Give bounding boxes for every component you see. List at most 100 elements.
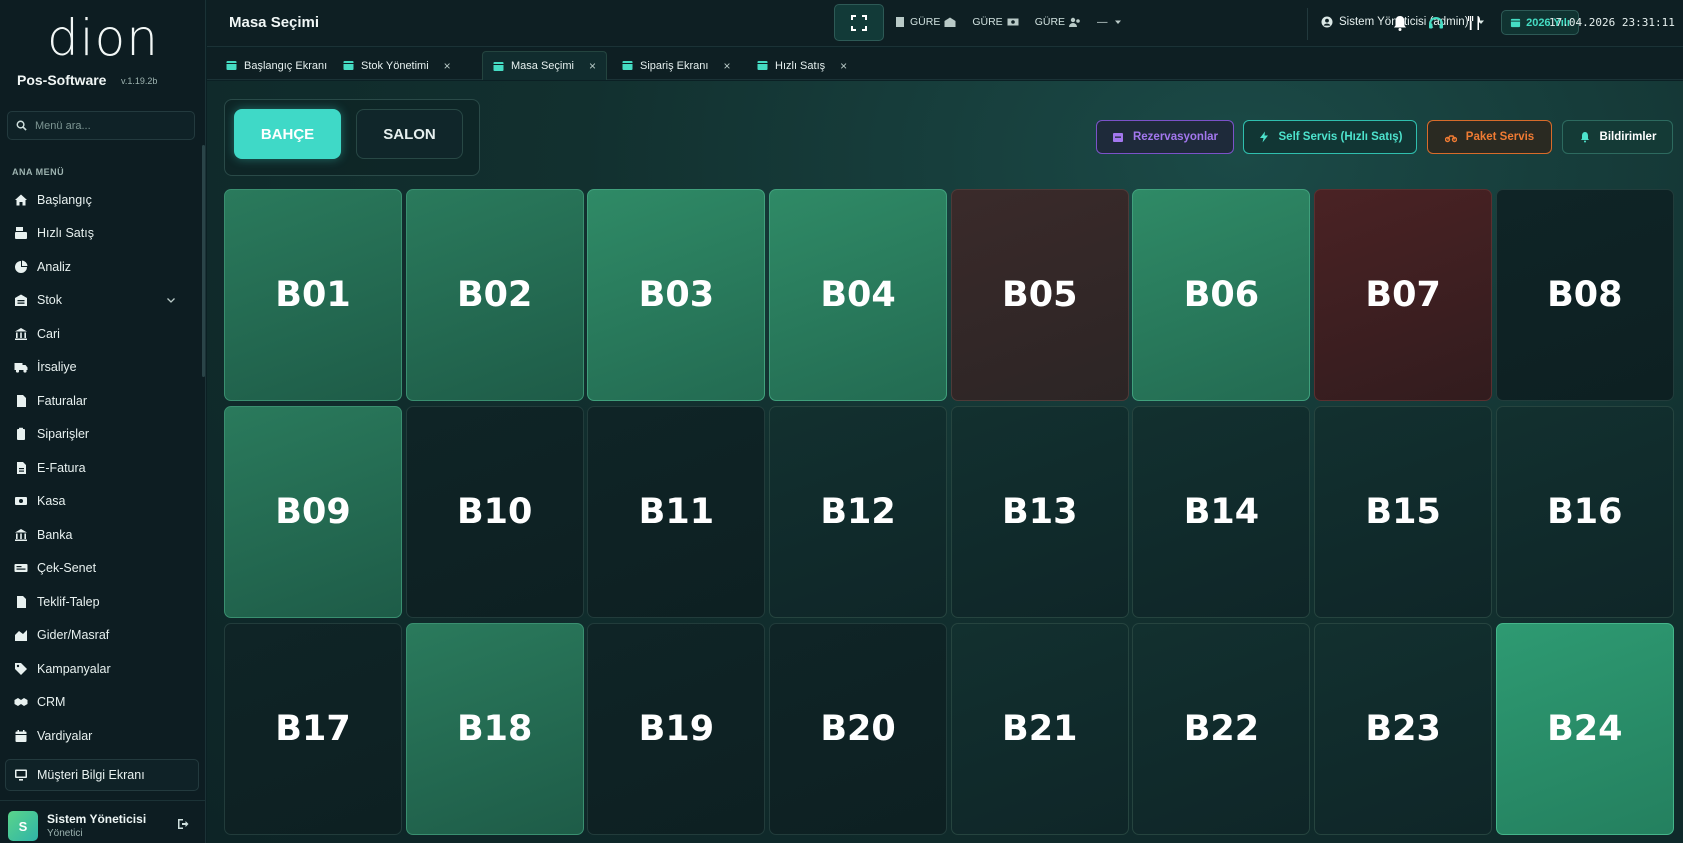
window-icon [226,61,237,70]
sidebar-item-cari[interactable]: Cari [0,317,200,351]
calendar-icon [1510,18,1521,28]
tab-close-button[interactable]: × [723,59,730,73]
sidebar-item-siparisler[interactable]: Siparişler [0,418,200,452]
table-b16[interactable]: B16 [1495,406,1674,618]
sidebar-item-label: Çek-Senet [37,561,97,576]
table-b14[interactable]: B14 [1132,406,1311,618]
customer-screen-button[interactable]: Müşteri Bilgi Ekranı [5,759,199,791]
table-b03[interactable]: B03 [587,189,766,401]
cheque-icon [14,564,28,573]
area-button-bahce[interactable]: BAHÇE [234,109,341,159]
package-service-button[interactable]: Paket Servis [1427,120,1552,154]
sidebar-item-kampanyalar[interactable]: Kampanyalar [0,652,200,686]
bolt-icon [1259,131,1268,143]
sidebar-item-label: Kampanyalar [37,661,111,676]
sidebar-item-banka[interactable]: Banka [0,518,200,552]
building-icon [896,17,904,27]
table-b02[interactable]: B02 [405,189,584,401]
table-b17[interactable]: B17 [224,623,402,835]
tab-baslangic-ekrani[interactable]: Başlangıç Ekranı [216,51,337,80]
headset-icon[interactable] [1427,14,1445,32]
table-b06[interactable]: B06 [1132,189,1311,401]
bell-icon[interactable] [1391,14,1409,32]
tab-close-button[interactable]: × [444,59,451,73]
table-b07[interactable]: B07 [1314,189,1493,401]
logout-icon[interactable] [177,818,189,830]
self-service-label: Self Servis (Hızlı Satış) [1278,131,1403,143]
app-version: v.1.19.2b [121,76,158,86]
self-service-button[interactable]: Self Servis (Hızlı Satış) [1243,120,1417,154]
truck-icon [14,363,28,373]
window-icon [757,61,768,70]
tab-hizli-satis[interactable]: Hızlı Satış × [747,51,857,80]
table-b05[interactable]: B05 [950,189,1129,401]
sidebar-item-label: Kasa [37,494,66,509]
table-b08[interactable]: B08 [1495,189,1674,401]
sidebar-item-irsaliye[interactable]: İrsaliye [0,351,200,385]
sidebar-item-label: Analiz [37,259,72,274]
table-b22[interactable]: B22 [1132,623,1311,835]
main-menu: Başlangıç Hızlı Satış Analiz Stok Cari İ… [0,183,200,753]
table-b15[interactable]: B15 [1314,406,1493,618]
sidebar-item-label: Teklif-Talep [37,594,100,609]
user-role: Yönetici [47,828,83,839]
table-b12[interactable]: B12 [769,406,948,618]
sidebar-item-label: Başlangıç [37,192,92,207]
sidebar-item-kasa[interactable]: Kasa [0,485,200,519]
sidebar-item-cek-senet[interactable]: Çek-Senet [0,552,200,586]
table-b18[interactable]: B18 [405,623,584,835]
cash-icon [15,497,27,506]
menu-search [7,111,195,140]
tab-stok-yonetimi[interactable]: Stok Yönetimi × [333,51,461,80]
sidebar-item-vardiyalar[interactable]: Vardiyalar [0,719,200,753]
area-button-salon[interactable]: SALON [356,109,463,159]
sidebar-item-label: Stok [37,293,63,308]
table-b01[interactable]: B01 [224,189,402,401]
sidebar-item-gider-masraf[interactable]: Gider/Masraf [0,619,200,653]
sidebar-item-stok[interactable]: Stok [0,284,200,318]
user-name: Sistem Yöneticisi [47,812,147,826]
sidebar-item-baslangic[interactable]: Başlangıç [0,183,200,217]
calendar-icon [15,729,27,742]
utensils-icon[interactable] [1466,14,1484,32]
area-selector: BAHÇE SALON [224,99,480,176]
sidebar-item-e-fatura[interactable]: E-Fatura [0,451,200,485]
tab-masa-secimi[interactable]: Masa Seçimi × [482,51,607,80]
bank-icon [15,327,27,340]
tab-siparis-ekrani[interactable]: Sipariş Ekranı × [612,51,741,80]
sidebar-item-label: Banka [37,527,73,542]
table-b09[interactable]: B09 [224,406,402,618]
table-b23[interactable]: B23 [1314,623,1493,835]
tab-bar: Başlangıç Ekranı Stok Yönetimi × Masa Se… [207,48,1683,80]
fullscreen-button[interactable] [834,4,884,41]
table-b21[interactable]: B21 [950,623,1129,835]
warehouse-icon [15,294,27,307]
sidebar-item-teklif-talep[interactable]: Teklif-Talep [0,585,200,619]
table-b24[interactable]: B24 [1495,623,1674,835]
window-icon [343,61,354,70]
logo: dion [0,10,206,66]
sidebar-user: S Sistem Yöneticisi Yönetici [0,800,206,843]
table-b13[interactable]: B13 [950,406,1129,618]
monitor-icon [15,769,27,781]
notifications-button[interactable]: Bildirimler [1562,120,1673,154]
table-b20[interactable]: B20 [769,623,948,835]
tab-close-button[interactable]: × [840,59,847,73]
topbar: Masa Seçimi GÜRE GÜRE GÜRE — Sistem Yöne… [207,0,1683,47]
table-b04[interactable]: B04 [769,189,948,401]
sidebar-item-analiz[interactable]: Analiz [0,250,200,284]
users-icon [1069,17,1080,27]
table-b11[interactable]: B11 [587,406,766,618]
tab-close-button[interactable]: × [589,59,596,73]
sidebar-item-hizli-satis[interactable]: Hızlı Satış [0,217,200,251]
sidebar-scrollbar[interactable] [202,145,205,377]
table-b10[interactable]: B10 [405,406,584,618]
motorcycle-icon [1444,135,1457,143]
sidebar-item-faturalar[interactable]: Faturalar [0,384,200,418]
menu-search-input[interactable] [35,119,185,132]
caret-down-icon[interactable] [1112,16,1124,28]
page-title: Masa Seçimi [229,14,320,31]
reservations-button[interactable]: Rezervasyonlar [1096,120,1234,154]
table-b19[interactable]: B19 [587,623,766,835]
sidebar-item-crm[interactable]: CRM [0,686,200,720]
